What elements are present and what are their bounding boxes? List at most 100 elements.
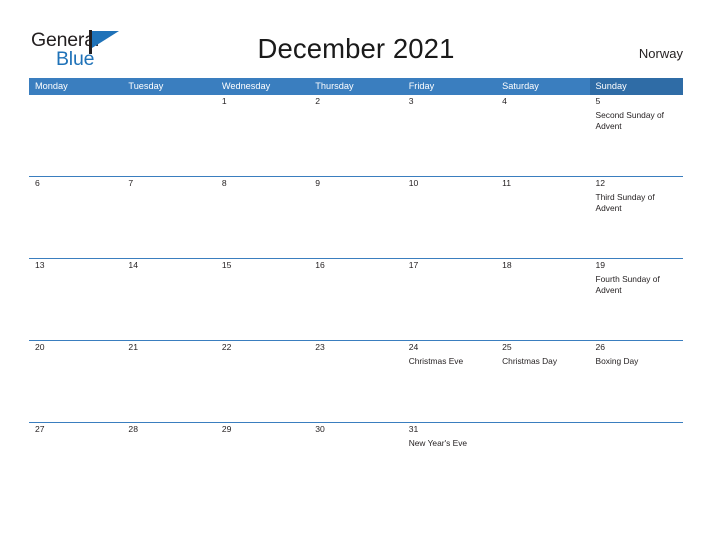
calendar-day-1[interactable]: 1 [215,95,310,176]
weekday-header-friday: Friday [402,78,497,95]
calendar-week-body: 20 21 22 23 24 Christmas Eve 25 Christmas Day 26… [29,341,683,422]
day-events [309,190,402,192]
day-number [590,423,683,436]
day-number: 20 [35,342,45,352]
holiday-event-label: Third Sunday of Advent [595,192,655,214]
day-number: 9 [315,178,321,188]
day-events [29,272,122,274]
day-events [29,108,122,110]
holiday-event-label: Fourth Sunday of Advent [595,274,660,296]
day-number: 28 [128,424,138,434]
calendar-day-14[interactable]: 14 [122,259,216,340]
calendar-day-17[interactable]: 17 [402,259,497,340]
weekday-header-wednesday: Wednesday [215,78,310,95]
day-number: 26 [595,342,606,352]
calendar-day-10[interactable]: 10 [402,177,497,258]
calendar-day-empty [29,95,123,176]
day-number: 8 [221,178,227,188]
calendar-week-body: 6 7 8 9 10 11 12 Third Sunday of Advent [29,177,683,258]
day-events [309,436,402,438]
day-number [122,95,215,108]
calendar-day-12[interactable]: 12 Third Sunday of Advent [589,177,683,258]
calendar-day-11[interactable]: 11 [496,177,590,258]
calendar-day-21[interactable]: 21 [122,341,216,422]
day-number: 3 [408,96,414,106]
calendar-day-18[interactable]: 18 [496,259,590,340]
day-number: 2 [315,96,321,106]
day-number: 15 [221,260,232,270]
day-events [309,272,402,274]
weekday-header-row: Monday Tuesday Wednesday Thursday Friday Satu… [29,78,683,95]
calendar-day-13[interactable]: 13 [29,259,123,340]
day-number: 23 [315,342,325,352]
day-events [216,272,309,274]
day-events [122,354,215,356]
weekday-header-thursday: Thursday [309,78,403,95]
holiday-event-label: Christmas Eve [408,356,464,366]
weekday-header-monday: Monday [29,78,123,95]
calendar-day-25[interactable]: 25 Christmas Day [496,341,590,422]
calendar-day-16[interactable]: 16 [309,259,403,340]
calendar-day-26[interactable]: 26 Boxing Day [589,341,683,422]
day-events [309,354,402,356]
day-number: 5 [595,96,601,106]
day-events [496,436,589,438]
day-events [29,354,122,356]
calendar-day-8[interactable]: 8 [215,177,310,258]
page-title: December 2021 [257,33,455,64]
day-events [216,354,309,356]
holiday-event-label: Boxing Day [595,356,639,366]
calendar-day-empty [122,95,216,176]
page-header: General Blue December 2021 Norway [0,0,712,76]
day-events: Fourth Sunday of Advent [590,272,683,297]
calendar-day-23[interactable]: 23 [309,341,403,422]
calendar-day-3[interactable]: 3 [402,95,497,176]
day-events [29,190,122,192]
calendar-day-15[interactable]: 15 [215,259,310,340]
calendar-day-5[interactable]: 5 Second Sunday of Advent [589,95,683,176]
day-events [590,436,683,438]
day-number: 18 [502,260,512,270]
day-events [216,108,309,110]
calendar-day-20[interactable]: 20 [29,341,123,422]
calendar-day-31[interactable]: 31 New Year's Eve [402,423,497,464]
day-events: Third Sunday of Advent [590,190,683,215]
calendar-day-7[interactable]: 7 [122,177,216,258]
calendar-day-22[interactable]: 22 [215,341,310,422]
calendar-day-2[interactable]: 2 [309,95,403,176]
day-number: 24 [408,342,419,352]
day-events [403,190,496,192]
day-number: 19 [595,260,606,270]
calendar-day-30[interactable]: 30 [309,423,403,464]
day-events [403,108,496,110]
day-events [122,190,215,192]
day-number: 27 [35,424,45,434]
day-events: Christmas Day [496,354,589,367]
calendar-week-body: 1 2 3 4 5 Second Sunday of Advent [29,95,683,176]
day-number: 30 [315,424,325,434]
day-number: 10 [408,178,419,188]
calendar-week-row: 20 21 22 23 24 Christmas Eve 25 Christmas Day 26… [29,340,683,422]
calendar-day-24[interactable]: 24 Christmas Eve [402,341,497,422]
day-number: 4 [502,96,507,106]
calendar-day-9[interactable]: 9 [309,177,403,258]
day-number: 1 [221,96,227,106]
calendar-week-row: 13 14 15 16 17 18 19 Fourth Sunday of Advent [29,258,683,340]
calendar-day-29[interactable]: 29 [215,423,310,464]
day-events [122,436,215,438]
calendar-day-27[interactable]: 27 [29,423,123,464]
day-number: 31 [408,424,419,434]
day-events [29,436,122,438]
day-events [496,108,589,110]
day-number: 29 [221,424,232,434]
calendar-week-row: 27 28 29 30 31 New Year's Eve [29,422,683,464]
calendar-day-4[interactable]: 4 [496,95,590,176]
calendar-day-19[interactable]: 19 Fourth Sunday of Advent [589,259,683,340]
calendar-day-28[interactable]: 28 [122,423,216,464]
holiday-event-label: Second Sunday of Advent [595,110,664,132]
weekday-header-tuesday: Tuesday [122,78,216,95]
holiday-event-label: Christmas Day [502,356,558,366]
calendar-day-6[interactable]: 6 [29,177,123,258]
calendar-page: General Blue December 2021 Norway Monday… [0,0,712,550]
calendar-weeks: 1 2 3 4 5 Second Sunday of Advent 6 7 8 9 10 11 12 Th… [29,95,683,464]
